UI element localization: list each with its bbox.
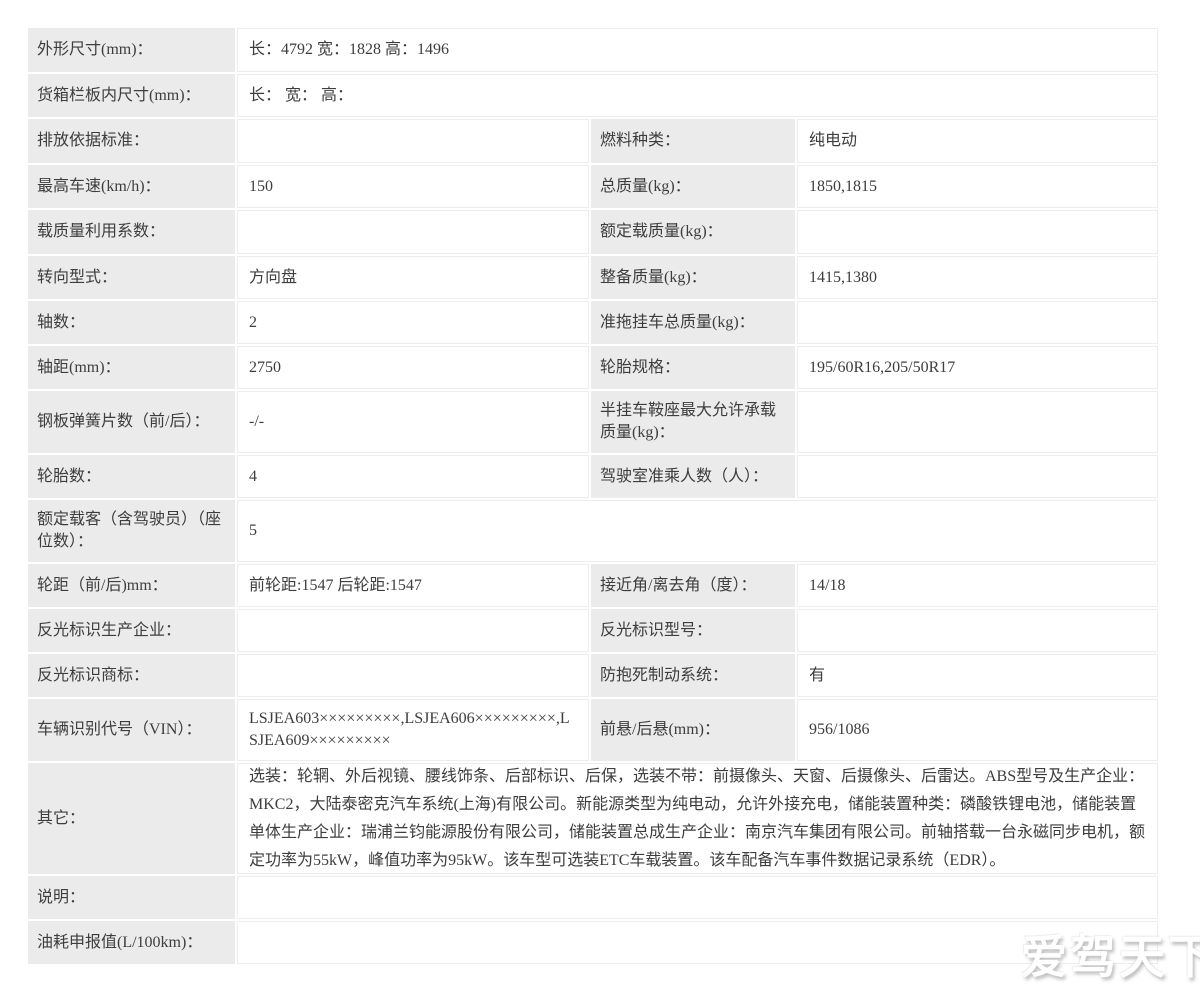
spec-label: 驾驶室准乘人数（人）： <box>591 455 795 498</box>
spec-value: 195/60R16,205/50R17 <box>797 346 1158 389</box>
spec-value <box>797 301 1158 344</box>
spec-label: 总质量(kg)： <box>591 165 795 208</box>
spec-value: 前轮距:1547 后轮距:1547 <box>237 564 589 607</box>
spec-label: 说明： <box>28 876 235 919</box>
spec-label: 车辆识别代号（VIN）： <box>28 699 235 761</box>
spec-label: 转向型式： <box>28 256 235 299</box>
spec-value: 956/1086 <box>797 699 1158 761</box>
spec-label: 前悬/后悬(mm)： <box>591 699 795 761</box>
spec-value: 选装：轮辋、外后视镜、腰线饰条、后部标识、后保，选装不带：前摄像头、天窗、后摄像… <box>237 763 1158 874</box>
spec-value <box>797 609 1158 652</box>
spec-label: 轮距（前/后)mm： <box>28 564 235 607</box>
spec-label: 钢板弹簧片数（前/后）： <box>28 391 235 453</box>
spec-value <box>797 210 1158 254</box>
spec-value: 2 <box>237 301 589 344</box>
spec-value: -/- <box>237 391 589 453</box>
spec-label: 货箱栏板内尺寸(mm)： <box>28 74 235 117</box>
spec-value <box>237 119 589 163</box>
spec-label: 反光标识型号： <box>591 609 795 652</box>
spec-value <box>237 654 589 697</box>
spec-label: 最高车速(km/h)： <box>28 165 235 208</box>
spec-label: 外形尺寸(mm)： <box>28 28 235 72</box>
vehicle-spec-table: 外形尺寸(mm)： 长：4792 宽：1828 高：1496 货箱栏板内尺寸(mm)… <box>28 28 1158 964</box>
spec-label: 准拖挂车总质量(kg)： <box>591 301 795 344</box>
spec-value: 长：4792 宽：1828 高：1496 <box>237 28 1158 72</box>
spec-value <box>237 876 1158 919</box>
spec-value: 1850,1815 <box>797 165 1158 208</box>
spec-label: 防抱死制动系统： <box>591 654 795 697</box>
spec-label: 轴数： <box>28 301 235 344</box>
spec-value: LSJEA603×××××××××,LSJEA606×××××××××,LSJE… <box>237 699 589 761</box>
spec-label: 轮胎规格： <box>591 346 795 389</box>
spec-value: 长： 宽： 高： <box>237 74 1158 117</box>
spec-label: 反光标识生产企业： <box>28 609 235 652</box>
spec-label: 接近角/离去角（度）： <box>591 564 795 607</box>
spec-label: 轮胎数： <box>28 455 235 498</box>
spec-value: 纯电动 <box>797 119 1158 163</box>
spec-value <box>797 455 1158 498</box>
spec-label: 轴距(mm)： <box>28 346 235 389</box>
spec-value: 有 <box>797 654 1158 697</box>
spec-label: 额定载质量(kg)： <box>591 210 795 254</box>
spec-label: 其它： <box>28 763 235 874</box>
page: 外形尺寸(mm)： 长：4792 宽：1828 高：1496 货箱栏板内尺寸(mm)… <box>0 0 1200 996</box>
spec-label: 反光标识商标： <box>28 654 235 697</box>
spec-label: 载质量利用系数： <box>28 210 235 254</box>
spec-value: 方向盘 <box>237 256 589 299</box>
spec-label: 额定载客（含驾驶员）（座位数）： <box>28 500 235 562</box>
spec-value: 14/18 <box>797 564 1158 607</box>
spec-value <box>237 609 589 652</box>
spec-value <box>797 391 1158 453</box>
spec-value: 2750 <box>237 346 589 389</box>
spec-value <box>237 210 589 254</box>
spec-value: 1415,1380 <box>797 256 1158 299</box>
spec-label: 整备质量(kg)： <box>591 256 795 299</box>
spec-label: 燃料种类： <box>591 119 795 163</box>
spec-value: 5 <box>237 500 1158 562</box>
watermark: 爱驾天下 <box>1021 931 1200 983</box>
spec-label: 油耗申报值(L/100km)： <box>28 921 235 964</box>
spec-label: 半挂车鞍座最大允许承载质量(kg)： <box>591 391 795 453</box>
spec-value <box>237 921 1158 964</box>
spec-label: 排放依据标准： <box>28 119 235 163</box>
spec-value: 150 <box>237 165 589 208</box>
spec-value: 4 <box>237 455 589 498</box>
